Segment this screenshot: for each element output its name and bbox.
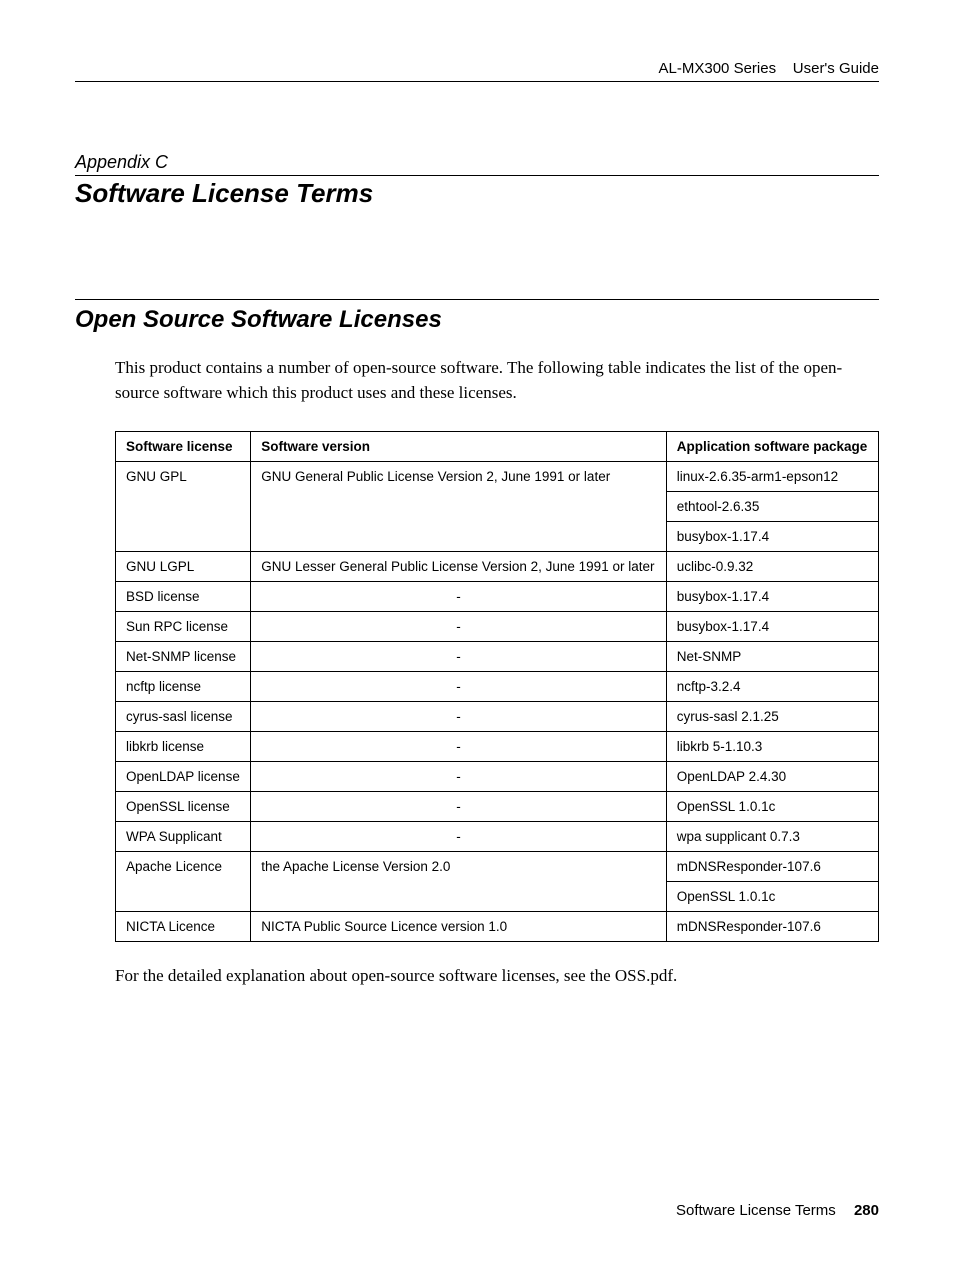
section-title: Open Source Software Licenses [75,299,879,334]
header-doc: User's Guide [793,60,879,77]
cell-license: Apache Licence [116,852,251,912]
cell-version: NICTA Public Source Licence version 1.0 [251,912,667,942]
footer-section: Software License Terms [676,1202,836,1219]
header-rule: AL-MX300 Series User's Guide [75,60,879,82]
cell-license: libkrb license [116,732,251,762]
cell-license: OpenSSL license [116,792,251,822]
th-version: Software version [251,432,667,462]
table-row: Net-SNMP license-Net-SNMP [116,642,879,672]
cell-version: - [251,582,667,612]
table-row: OpenSSL license-OpenSSL 1.0.1c [116,792,879,822]
cell-license: OpenLDAP license [116,762,251,792]
page-content: AL-MX300 Series User's Guide Appendix C … [0,0,954,989]
cell-package: cyrus-sasl 2.1.25 [666,702,878,732]
appendix-heading-block: Appendix C Software License Terms [75,152,879,209]
cell-package: ncftp-3.2.4 [666,672,878,702]
cell-package: linux-2.6.35-arm1-epson12 [666,462,878,492]
th-package: Application software package [666,432,878,462]
cell-license: Sun RPC license [116,612,251,642]
footer-page-number: 280 [854,1202,879,1219]
cell-license: BSD license [116,582,251,612]
cell-version: - [251,642,667,672]
cell-version: - [251,732,667,762]
appendix-title: Software License Terms [75,178,879,209]
section-outro: For the detailed explanation about open-… [115,964,879,989]
table-row: libkrb license-libkrb 5-1.10.3 [116,732,879,762]
cell-version: - [251,822,667,852]
cell-license: NICTA Licence [116,912,251,942]
cell-package: busybox-1.17.4 [666,582,878,612]
cell-package: Net-SNMP [666,642,878,672]
cell-package: uclibc-0.9.32 [666,552,878,582]
running-header: AL-MX300 Series User's Guide [75,60,879,81]
table-row: ncftp license-ncftp-3.2.4 [116,672,879,702]
table-row: GNU GPLGNU General Public License Versio… [116,462,879,492]
cell-license: Net-SNMP license [116,642,251,672]
cell-license: GNU GPL [116,462,251,552]
cell-version: - [251,612,667,642]
cell-package: mDNSResponder-107.6 [666,912,878,942]
table-row: OpenLDAP license-OpenLDAP 2.4.30 [116,762,879,792]
cell-package: ethtool-2.6.35 [666,492,878,522]
cell-package: libkrb 5-1.10.3 [666,732,878,762]
cell-package: busybox-1.17.4 [666,612,878,642]
header-product: AL-MX300 Series [659,60,777,77]
cell-package: OpenSSL 1.0.1c [666,882,878,912]
table-row: GNU LGPLGNU Lesser General Public Licens… [116,552,879,582]
cell-version: GNU Lesser General Public License Versio… [251,552,667,582]
cell-package: OpenSSL 1.0.1c [666,792,878,822]
section-block: Open Source Software Licenses This produ… [75,299,879,989]
table-row: WPA Supplicant-wpa supplicant 0.7.3 [116,822,879,852]
section-intro: This product contains a number of open-s… [115,356,879,405]
table-row: BSD license-busybox-1.17.4 [116,582,879,612]
license-table: Software license Software version Applic… [115,431,879,942]
cell-version: the Apache License Version 2.0 [251,852,667,912]
th-license: Software license [116,432,251,462]
cell-package: busybox-1.17.4 [666,522,878,552]
table-row: cyrus-sasl license-cyrus-sasl 2.1.25 [116,702,879,732]
page-footer: Software License Terms 280 [676,1202,879,1219]
table-row: NICTA LicenceNICTA Public Source Licence… [116,912,879,942]
cell-version: - [251,792,667,822]
cell-license: ncftp license [116,672,251,702]
cell-version: GNU General Public License Version 2, Ju… [251,462,667,552]
cell-package: wpa supplicant 0.7.3 [666,822,878,852]
cell-version: - [251,762,667,792]
table-row: Apache Licencethe Apache License Version… [116,852,879,882]
cell-license: GNU LGPL [116,552,251,582]
cell-version: - [251,702,667,732]
cell-version: - [251,672,667,702]
table-row: Sun RPC license-busybox-1.17.4 [116,612,879,642]
cell-package: OpenLDAP 2.4.30 [666,762,878,792]
cell-package: mDNSResponder-107.6 [666,852,878,882]
table-header-row: Software license Software version Applic… [116,432,879,462]
appendix-label: Appendix C [75,152,879,176]
cell-license: WPA Supplicant [116,822,251,852]
cell-license: cyrus-sasl license [116,702,251,732]
